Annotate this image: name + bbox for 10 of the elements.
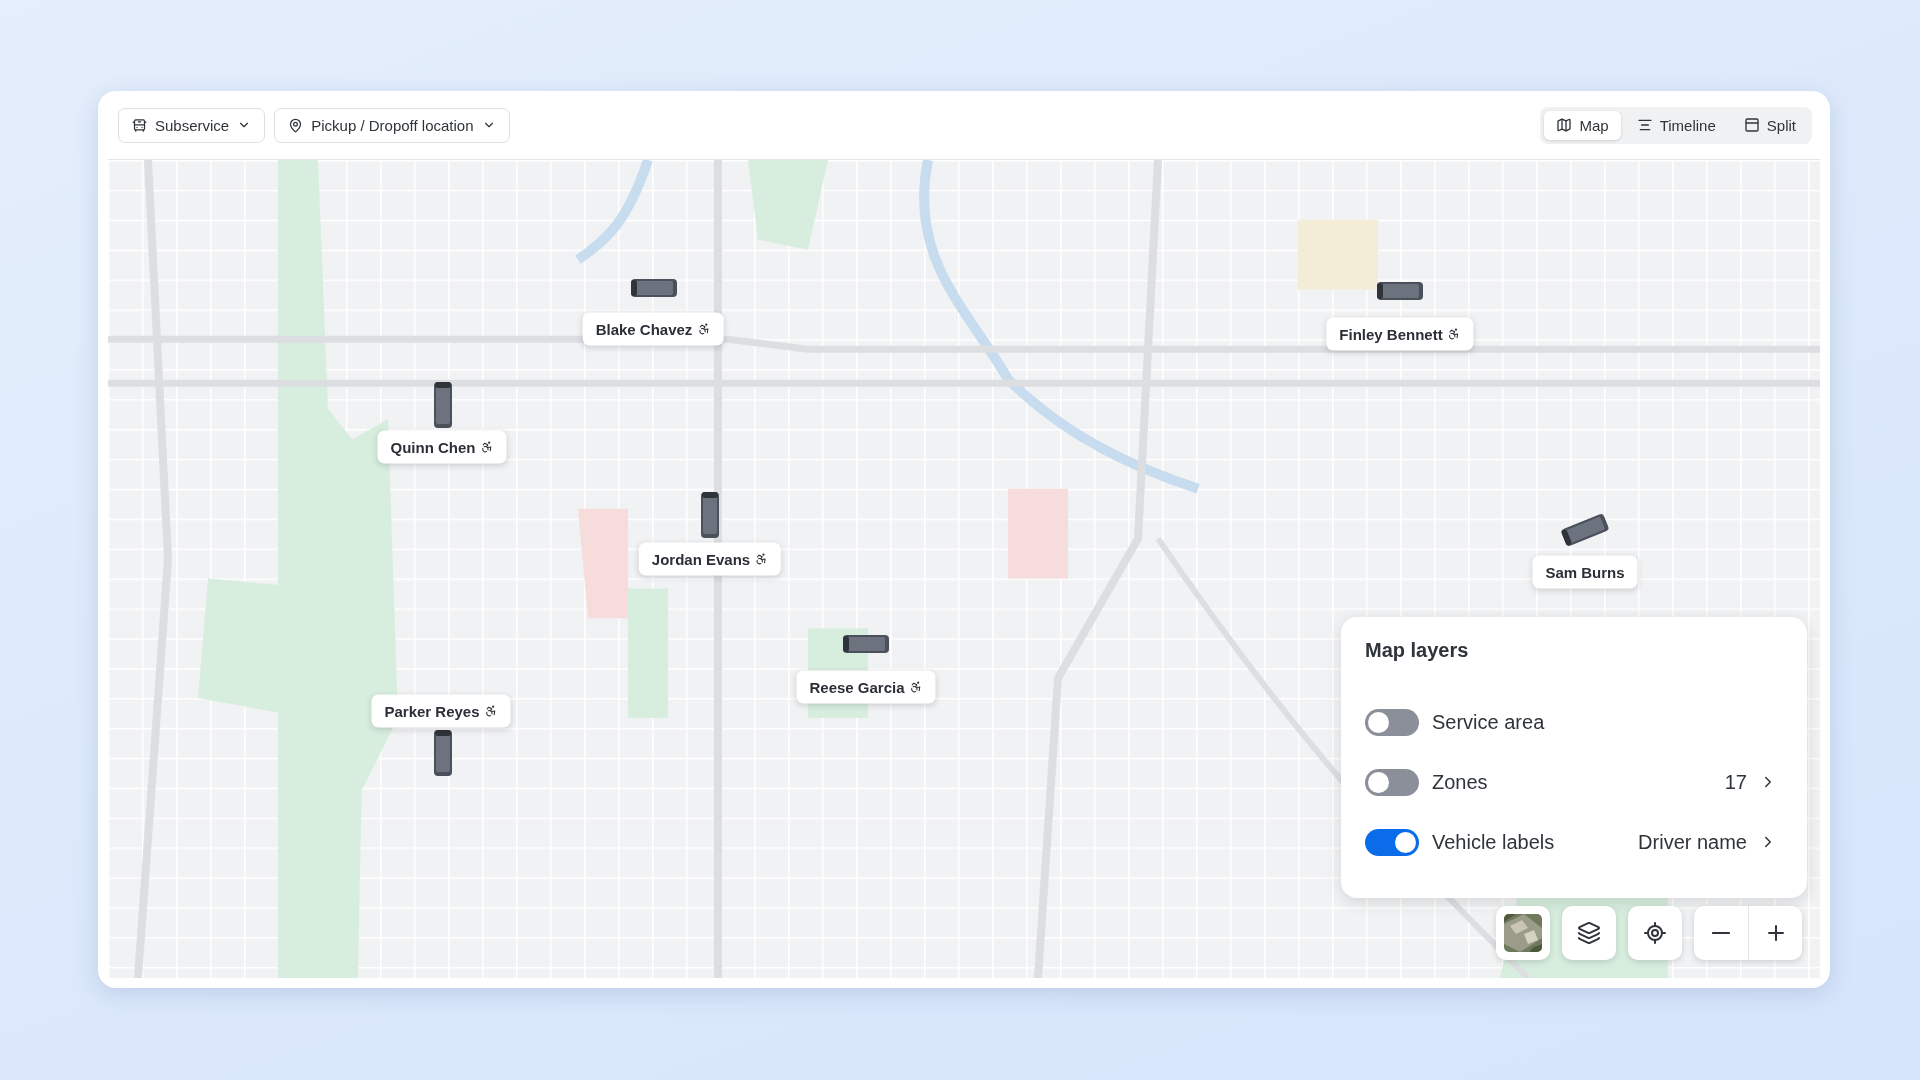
location-pin-icon <box>288 117 304 133</box>
filter-dropdown[interactable]: Subservice <box>118 107 266 143</box>
map-icon <box>1556 117 1573 133</box>
view-tab[interactable]: Timeline <box>1624 110 1728 140</box>
lines-icon <box>1636 117 1653 133</box>
panel-icon <box>1743 117 1760 133</box>
view-tab[interactable]: Split <box>1731 110 1808 140</box>
bus-icon <box>132 117 147 133</box>
filter-dropdown[interactable]: Pickup / Dropoff location <box>274 107 510 143</box>
view-tab[interactable]: Map <box>1544 110 1621 140</box>
